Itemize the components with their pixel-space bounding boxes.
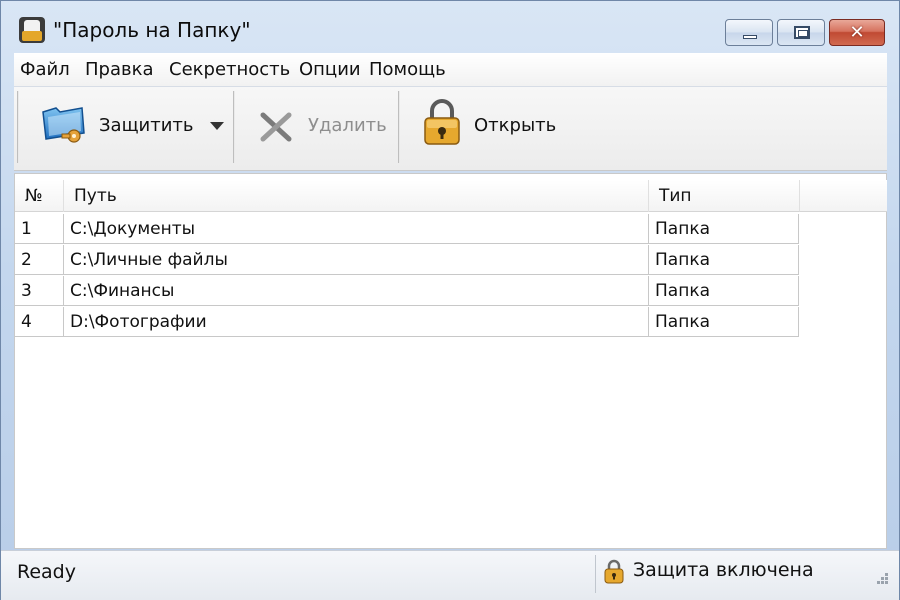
row-border	[798, 276, 799, 306]
menu-options[interactable]: Опции	[299, 59, 361, 80]
delete-button[interactable]: Удалить	[240, 95, 395, 157]
lock-icon	[424, 99, 460, 145]
row-number: 1	[21, 219, 32, 239]
chevron-down-icon[interactable]	[210, 122, 224, 130]
minimize-icon	[743, 35, 757, 39]
row-path: C:\Личные файлы	[63, 245, 648, 275]
row-number: 4	[21, 312, 32, 332]
lock-icon	[604, 559, 624, 584]
menu-file[interactable]: Файл	[20, 59, 70, 80]
resize-grip-icon[interactable]	[873, 573, 889, 589]
menu-help[interactable]: Помощь	[369, 59, 446, 80]
protection-status: Защита включена	[633, 559, 814, 581]
row-path: C:\Документы	[63, 214, 648, 244]
column-header-type[interactable]: Тип	[648, 180, 799, 212]
maximize-icon	[794, 26, 810, 39]
menu-edit[interactable]: Правка	[85, 59, 154, 80]
row-path: D:\Фотографии	[63, 307, 648, 337]
row-number: 3	[21, 281, 32, 301]
open-label: Открыть	[474, 115, 557, 136]
list-header-filler	[799, 180, 887, 212]
table-row[interactable]: 3 C:\Финансы Папка	[15, 276, 799, 306]
row-path: C:\Финансы	[63, 276, 648, 306]
row-border	[798, 214, 799, 244]
delete-x-icon	[260, 112, 292, 142]
menu-security[interactable]: Секретность	[169, 59, 290, 80]
row-border	[798, 307, 799, 337]
status-bar: Ready Защита включена	[1, 550, 899, 600]
column-header-number[interactable]: №	[15, 180, 63, 212]
row-type: Папка	[648, 276, 799, 306]
table-row[interactable]: 4 D:\Фотографии Папка	[15, 307, 799, 337]
folder-list[interactable]: № Путь Тип 1 C:\Документы Папка 2 C:\Лич…	[14, 173, 887, 549]
open-button[interactable]: Открыть	[406, 95, 566, 157]
close-icon: ✕	[849, 22, 865, 43]
window-title: "Пароль на Папку"	[53, 18, 251, 42]
title-bar[interactable]: "Пароль на Папку" ✕	[1, 1, 899, 53]
toolbar-separator	[233, 91, 235, 163]
status-text: Ready	[17, 561, 76, 583]
column-header-path[interactable]: Путь	[63, 180, 648, 212]
app-icon	[19, 17, 45, 43]
app-window: "Пароль на Папку" ✕ Файл Правка Секретно…	[0, 0, 900, 600]
menu-bar: Файл Правка Секретность Опции Помощь	[14, 53, 887, 87]
toolbar: Защитить Удалить Открыть	[14, 87, 887, 171]
table-row[interactable]: 1 C:\Документы Папка	[15, 214, 799, 244]
protect-button[interactable]: Защитить	[22, 95, 227, 157]
status-separator	[595, 555, 596, 593]
delete-label: Удалить	[308, 115, 387, 136]
row-type: Папка	[648, 214, 799, 244]
row-number: 2	[21, 250, 32, 270]
maximize-button[interactable]	[777, 19, 825, 46]
toolbar-separator	[17, 91, 19, 163]
protect-label: Защитить	[99, 115, 194, 136]
row-border	[798, 245, 799, 275]
close-button[interactable]: ✕	[829, 19, 885, 46]
minimize-button[interactable]	[725, 19, 773, 46]
table-row[interactable]: 2 C:\Личные файлы Папка	[15, 245, 799, 275]
row-type: Папка	[648, 307, 799, 337]
list-header: № Путь Тип	[15, 180, 799, 212]
folder-key-icon	[42, 107, 85, 143]
toolbar-separator	[398, 91, 400, 163]
row-type: Папка	[648, 245, 799, 275]
